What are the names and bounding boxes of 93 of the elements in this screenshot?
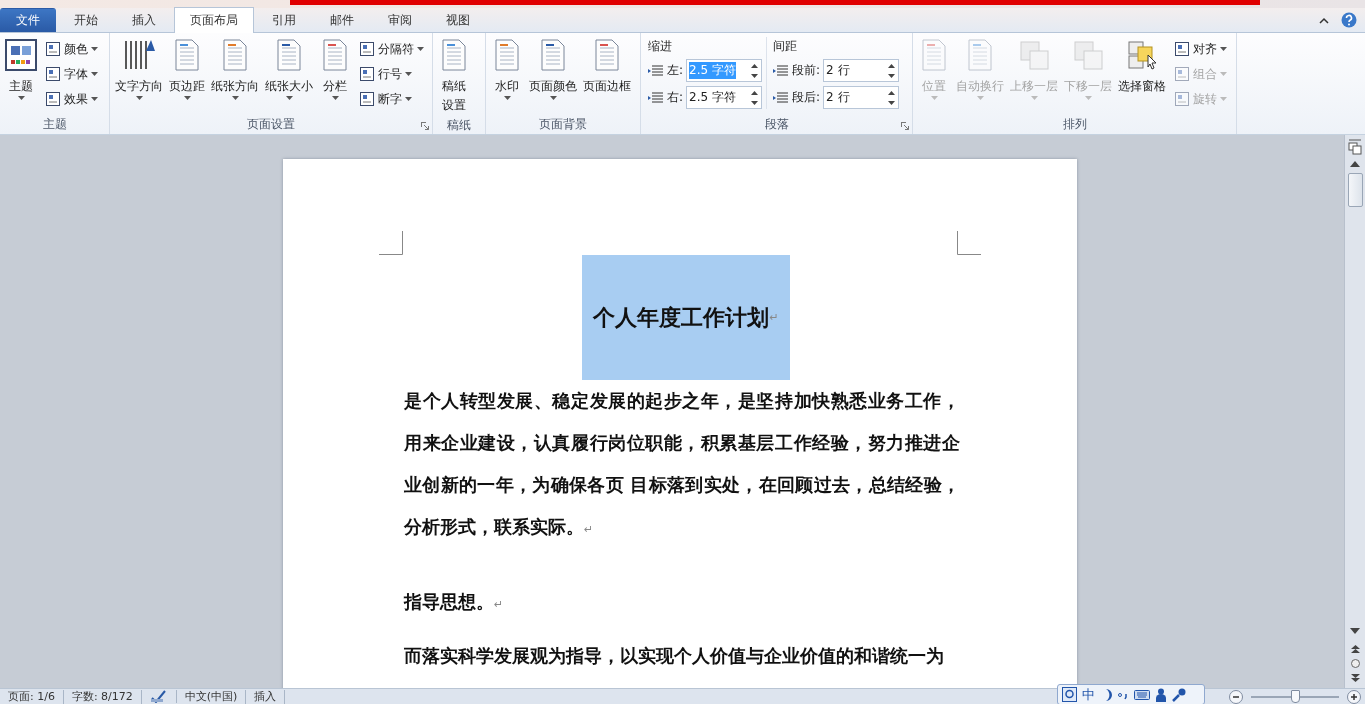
field-label: 段后: [792, 89, 821, 106]
ribbon-button[interactable]: 对齐 [1172, 38, 1229, 60]
page-icon [1174, 91, 1190, 107]
word-count[interactable]: 字数: 8/172 [63, 689, 142, 704]
layers-icon [1126, 39, 1158, 71]
page-count[interactable]: 页面: 1/6 [0, 689, 64, 704]
page-icon [359, 41, 375, 57]
corner-mark [957, 231, 981, 255]
layers-icon [1072, 39, 1104, 71]
ribbon-button[interactable]: 文字方向 [113, 37, 165, 102]
text-direction-icon [123, 39, 155, 71]
ribbon-button[interactable]: 效果 [43, 88, 100, 110]
ribbon-tab[interactable]: 引用 [256, 8, 312, 32]
field-label: 右: [667, 89, 684, 106]
group-label: 排列 [1062, 116, 1087, 133]
zoom-out-icon[interactable] [1229, 690, 1243, 704]
help-icon[interactable] [1341, 12, 1357, 28]
field-label: 左: [667, 62, 684, 79]
group-label: 段落 [764, 116, 789, 133]
spinner-icon[interactable] [887, 88, 897, 107]
ribbon-tab[interactable]: 开始 [58, 8, 114, 32]
palette-icon [5, 39, 37, 71]
ime-logo-icon[interactable] [1062, 687, 1077, 702]
wrench-icon[interactable] [1172, 687, 1186, 702]
page-icon [359, 66, 375, 82]
ribbon-tab[interactable]: 页面布局 [174, 7, 254, 33]
paragraph: 是个人转型发展、稳定发展的起步之年，是坚持加快熟悉业务工作， 用来企业建设，认真履行岗位职能，积累基层工作经验，努力推进企 业创新的一年，为确保各页 目标落到实处，在回顾过去，总结经验， 分析形式，联系实际。↵ [404, 389, 960, 539]
scroll-up-icon[interactable] [1350, 161, 1360, 167]
ribbon-tab[interactable]: 邮件 [314, 8, 370, 32]
page-icon [1174, 41, 1190, 57]
launcher-icon[interactable] [421, 122, 429, 130]
ribbon-button[interactable]: 字体 [43, 63, 100, 85]
keyboard-icon[interactable] [1134, 689, 1150, 700]
page-icon [45, 66, 61, 82]
page-icon [45, 41, 61, 57]
collapse-icon[interactable] [1319, 17, 1329, 24]
spinner-icon[interactable] [750, 88, 760, 107]
indent-icon [648, 90, 664, 105]
ribbon-button[interactable]: 纸张大小 [263, 37, 315, 102]
spin-field[interactable]: 2 行 [823, 59, 900, 82]
ribbon-tab[interactable]: 插入 [116, 8, 172, 32]
launcher-icon[interactable] [901, 122, 909, 130]
paragraph: 而落实科学发展观为指导，以实现个人价值与企业价值的和谐统一为 [404, 644, 945, 668]
spin-field[interactable]: 2.5 字符 [686, 86, 763, 109]
file-tab[interactable]: 文件 [0, 8, 56, 32]
ime-mode-button[interactable]: 中 [1082, 685, 1095, 704]
document-title: 个人年度工作计划↵ [582, 255, 790, 380]
spinner-icon[interactable] [887, 61, 897, 80]
group-label: 主题 [42, 116, 67, 133]
group-label: 稿纸 [447, 117, 471, 134]
indent-icon [648, 63, 664, 78]
indent-icon [773, 90, 790, 105]
person-icon[interactable] [1155, 687, 1167, 702]
proofing-icon[interactable] [149, 690, 168, 703]
ribbon-button[interactable]: 水印 [489, 37, 525, 102]
page-icon [1174, 66, 1190, 82]
page-icon [45, 91, 61, 107]
section-heading: 指导思想。↵ [404, 590, 505, 614]
layers-icon [1018, 39, 1050, 71]
indent-icon [773, 63, 790, 78]
browse-object-icon[interactable] [1350, 659, 1360, 668]
ribbon-button[interactable]: 页面颜色 [527, 37, 579, 102]
zoom-in-icon[interactable] [1347, 690, 1361, 704]
slider-thumb[interactable] [1291, 690, 1300, 703]
group-label: 页面设置 [247, 116, 295, 133]
ribbon-button[interactable]: 稿纸设置 [436, 37, 472, 117]
corner-mark [379, 231, 403, 255]
ribbon-tab[interactable]: 视图 [430, 8, 486, 32]
next-page-icon[interactable] [1350, 674, 1360, 682]
scroll-down-icon[interactable] [1350, 628, 1360, 634]
spinner-icon[interactable] [750, 61, 760, 80]
ribbon-button[interactable]: 分隔符 [357, 38, 426, 60]
ribbon-button[interactable]: 分栏 [317, 37, 353, 102]
group-label: 页面背景 [539, 116, 587, 133]
ribbon-button[interactable]: 页面边框 [581, 37, 633, 98]
field-label: 段前: [792, 62, 821, 79]
ribbon-button[interactable]: 主题 [3, 37, 39, 102]
language-indicator[interactable]: 中文(中国) [176, 689, 247, 704]
section-heading: 缩进 [648, 38, 673, 55]
ribbon-button[interactable]: 行号 [357, 63, 426, 85]
ribbon-button[interactable]: 断字 [357, 88, 426, 110]
ribbon-button[interactable]: 纸张方向 [209, 37, 261, 102]
ribbon-tab[interactable]: 审阅 [372, 8, 428, 32]
section-heading: 间距 [773, 38, 799, 55]
ribbon-button[interactable]: 页边距 [167, 37, 207, 102]
page-icon [359, 91, 375, 107]
ruler-toggle-icon[interactable] [1348, 139, 1362, 155]
insert-mode[interactable]: 插入 [246, 689, 286, 704]
previous-page-icon[interactable] [1350, 645, 1360, 653]
scroll-thumb[interactable] [1348, 173, 1363, 207]
ribbon-button[interactable]: 选择窗格 [1116, 37, 1168, 98]
ribbon-button[interactable]: 颜色 [43, 38, 100, 60]
spin-field[interactable]: 2 行 [823, 86, 900, 109]
